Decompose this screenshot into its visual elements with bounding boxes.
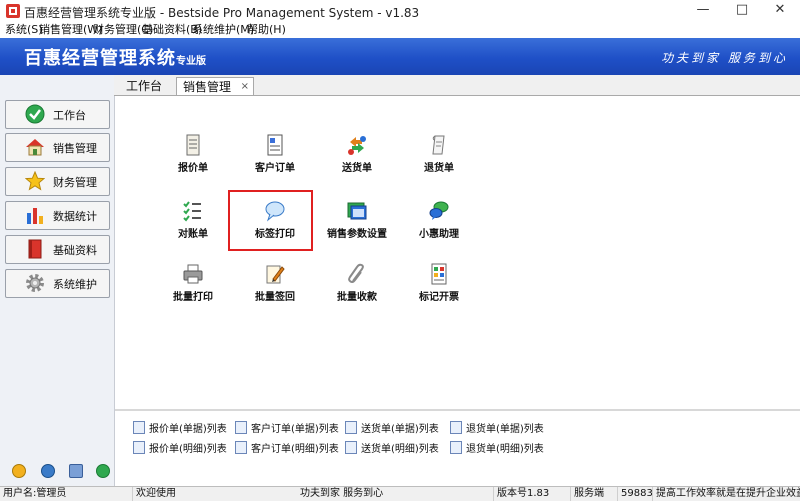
red-book-icon: [28, 239, 42, 259]
status-server-port: 59883: [617, 487, 653, 501]
list-doc-icon: [133, 421, 145, 434]
quick-links-panel: 报价单(单据)列表 客户订单(单据)列表 送货单(单据)列表 退货单(单据)列表…: [115, 409, 800, 488]
menu-system[interactable]: 系统(S): [5, 22, 43, 38]
invoice-mark-icon: [431, 263, 447, 285]
sidebar-item-sales[interactable]: 销售管理: [5, 133, 110, 162]
quick-link-delivery-docs[interactable]: 送货单(单据)列表: [345, 421, 439, 437]
status-version: 版本号1.83: [493, 487, 549, 501]
brand-name: 百惠经营管理系统: [24, 48, 176, 69]
list-doc-icon: [450, 421, 462, 434]
checkmark-circle-icon: [25, 104, 45, 124]
tab-sales-label: 销售管理: [183, 80, 232, 94]
sidebar-item-label: 系统维护: [53, 278, 97, 291]
list-doc-icon: [450, 441, 462, 454]
maximize-button[interactable]: □: [722, 0, 762, 22]
module-return[interactable]: 退货单: [391, 134, 487, 182]
status-server-label: 服务端: [570, 487, 604, 501]
sidebar-item-maintenance[interactable]: 系统维护: [5, 269, 110, 298]
list-doc-icon: [235, 441, 247, 454]
banner-slogan: 功夫到家 服务到心: [661, 51, 788, 65]
quick-link-return-details[interactable]: 退货单(明细)列表: [450, 441, 544, 457]
list-doc-icon: [345, 421, 357, 434]
module-label: 退货单: [424, 163, 454, 174]
search-shortcut-icon[interactable]: [69, 464, 83, 478]
app-logo-icon: [6, 4, 20, 18]
list-doc-icon: [235, 421, 247, 434]
tab-sales[interactable]: 销售管理 ×: [176, 77, 254, 95]
quick-link-label: 报价单(单据)列表: [149, 424, 227, 435]
sidebar-item-label: 基础资料: [53, 244, 97, 257]
menu-maintenance[interactable]: 系统维护(M): [192, 22, 254, 38]
quick-link-label: 送货单(单据)列表: [361, 424, 439, 435]
refresh-shortcut-icon[interactable]: [96, 464, 110, 478]
sidebar-item-label: 数据统计: [53, 210, 97, 223]
module-assistant[interactable]: 小惠助理: [391, 200, 487, 248]
menu-help[interactable]: 帮助(H): [247, 22, 286, 38]
quick-link-label: 退货单(明细)列表: [466, 444, 544, 455]
quick-link-delivery-details[interactable]: 送货单(明细)列表: [345, 441, 439, 457]
quick-link-return-docs[interactable]: 退货单(单据)列表: [450, 421, 544, 437]
house-icon: [26, 139, 44, 156]
sidebar-item-label: 工作台: [53, 109, 86, 122]
status-motto: 功夫到家 服务到心: [300, 488, 384, 499]
quick-link-quote-details[interactable]: 报价单(明细)列表: [133, 441, 227, 457]
printer-icon: [183, 264, 203, 284]
sidebar-item-basic-data[interactable]: 基础资料: [5, 235, 110, 264]
sidebar-item-workbench[interactable]: 工作台: [5, 100, 110, 129]
sidebar-item-label: 销售管理: [53, 142, 97, 155]
sidebar-item-label: 财务管理: [53, 176, 97, 189]
status-user: 用户名:管理员: [3, 488, 67, 499]
paperclip-icon: [348, 263, 364, 283]
tab-workbench[interactable]: 工作台: [126, 77, 162, 95]
window-title: 百惠经营管理系统专业版 - Bestside Pro Management Sy…: [24, 6, 420, 20]
checklist-icon: [183, 201, 201, 222]
minimize-button[interactable]: —: [683, 0, 723, 22]
sidebar-item-statistics[interactable]: 数据统计: [5, 201, 110, 230]
pen-sign-icon: [266, 265, 285, 284]
sidebar-item-finance[interactable]: 财务管理: [5, 167, 110, 196]
quote-doc-icon: [186, 134, 200, 156]
brand-title: 百惠经营管理系统专业版: [24, 44, 206, 70]
module-panel: 报价单 客户订单 送货单 退货单 对账单 标签打印 销售参数设置 小惠助理 批量…: [115, 96, 800, 409]
quick-link-label: 客户订单(单据)列表: [251, 424, 339, 435]
brand-edition: 专业版: [176, 56, 206, 67]
tab-strip: 工作台 销售管理 ×: [114, 75, 800, 96]
status-welcome: 欢迎使用: [132, 487, 176, 501]
return-icon: [432, 135, 445, 155]
module-label: 小惠助理: [419, 229, 459, 240]
module-mark-invoice[interactable]: 标记开票: [391, 263, 487, 311]
app-banner: 百惠经营管理系统专业版 功夫到家 服务到心: [0, 38, 800, 75]
status-tagline: 提高工作效率就是在提升企业效益: [652, 487, 800, 501]
chat-assistant-icon: [429, 201, 449, 220]
status-bar: 用户名:管理员 欢迎使用 功夫到家 服务到心 版本号1.83 服务端 59883…: [0, 486, 800, 501]
title-bar: 百惠经营管理系统专业版 - Bestside Pro Management Sy…: [0, 0, 800, 22]
menu-bar: 系统(S) 销售管理(W) 财务管理(C) 基础资料(B) 系统维护(M) 帮助…: [0, 22, 800, 38]
quick-link-quote-docs[interactable]: 报价单(单据)列表: [133, 421, 227, 437]
list-doc-icon: [345, 441, 357, 454]
quick-link-label: 送货单(明细)列表: [361, 444, 439, 455]
quick-link-label: 退货单(单据)列表: [466, 424, 544, 435]
selection-highlight: [228, 190, 313, 251]
list-doc-icon: [133, 441, 145, 454]
quick-link-label: 客户订单(明细)列表: [251, 444, 339, 455]
quick-link-order-docs[interactable]: 客户订单(单据)列表: [235, 421, 339, 437]
delivery-icon: [348, 136, 366, 155]
quick-link-order-details[interactable]: 客户订单(明细)列表: [235, 441, 339, 457]
quick-link-label: 报价单(明细)列表: [149, 444, 227, 455]
module-label: 标记开票: [419, 292, 459, 303]
home-shortcut-icon[interactable]: [12, 464, 26, 478]
tab-close-icon[interactable]: ×: [241, 78, 249, 96]
sidebar: 工作台 销售管理 财务管理 数据统计 基础资料 系统维护: [0, 75, 115, 486]
star-icon: [25, 171, 45, 191]
settings-window-icon: [347, 202, 367, 220]
close-button[interactable]: ✕: [760, 0, 800, 22]
info-shortcut-icon[interactable]: [41, 464, 55, 478]
gear-icon: [26, 274, 44, 292]
bar-chart-icon: [27, 208, 43, 224]
customer-order-icon: [267, 134, 283, 156]
